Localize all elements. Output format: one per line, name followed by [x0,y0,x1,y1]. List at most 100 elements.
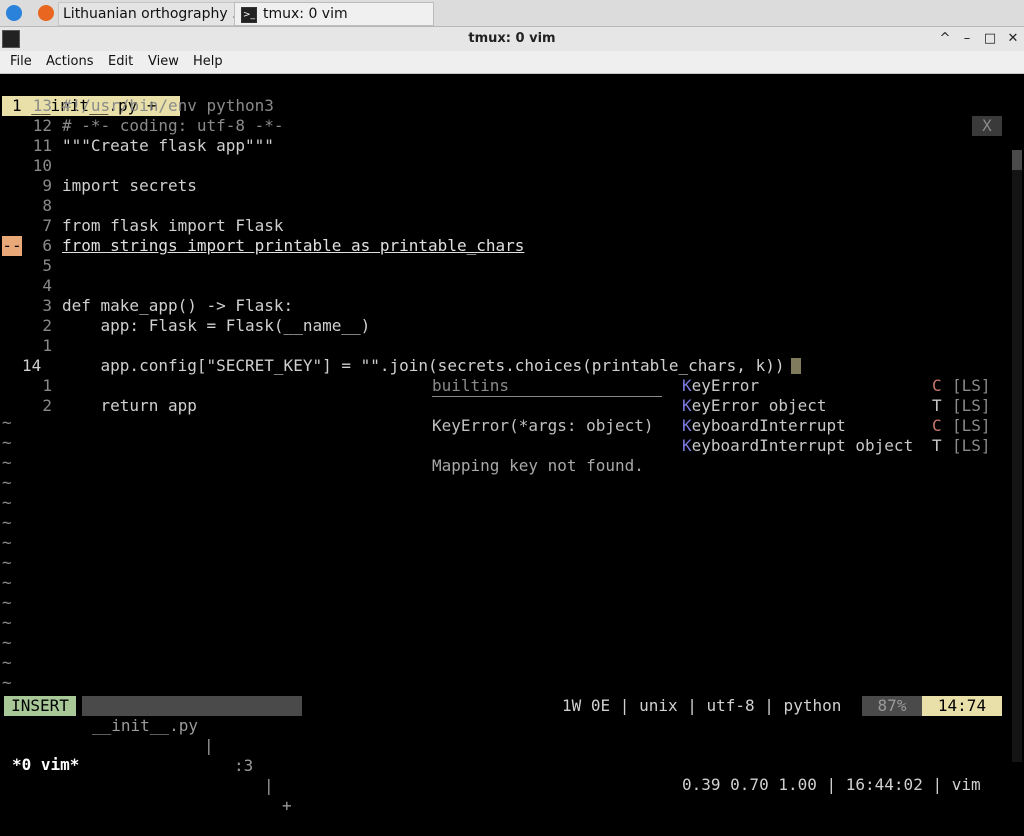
code-line: 7 from flask import Flask [0,216,1000,236]
status-right: 1W 0E | unix | utf-8 | python [562,696,842,715]
empty-line-tilde: ~ [2,473,12,492]
vim-tabline: 1 __init__.py + X [0,76,1024,136]
taskbar-tab-terminal[interactable]: >_ tmux: 0 vim [234,2,434,26]
restore-button[interactable]: – [958,30,976,48]
code-line: 8 [0,196,1000,216]
completion-kind: C [932,376,942,395]
completion-item[interactable]: KeyboardInterrupt C [LS] [682,416,992,436]
status-percent: 87% [862,696,922,716]
code-line: 4 [0,276,1000,296]
code-text: from flask import Flask [62,216,284,235]
completion-item[interactable]: KeyError C [LS] [682,376,992,396]
code-text: app.config["SECRET_KEY"] = "".join(secre… [62,356,785,375]
line-number: 4 [42,276,52,295]
mode-indicator: INSERT [4,696,76,716]
close-button[interactable]: ✕ [1004,30,1022,48]
empty-line-tilde: ~ [2,453,12,472]
code-line: 2 app: Flask = Flask(__name__) [0,316,1000,336]
completion-item[interactable]: KeyError object T [LS] [682,396,992,416]
taskbar: Lithuanian orthography ... >_ tmux: 0 vi… [0,0,1024,27]
code-text: return app [62,396,197,415]
completion-source: [LS] [952,436,991,455]
app-menu-icon[interactable] [6,5,22,21]
line-number: 1 [42,376,52,395]
line-number: 5 [42,256,52,275]
completion-source: [LS] [952,416,991,435]
empty-line-tilde: ~ [2,613,12,632]
cursor [791,358,801,374]
menu-view[interactable]: View [148,51,179,73]
completion-source: [LS] [952,396,991,415]
terminal[interactable]: 1 __init__.py + X 13 #!/usr/bin/env pytho… [0,74,1024,768]
code-text: """Create flask app""" [62,136,274,155]
completion-kind: C [932,416,942,435]
popup-info-separator [432,376,662,397]
code-text: app: Flask = Flask(__name__) [62,316,371,335]
code-text: #!/usr/bin/env python3 [62,96,274,115]
empty-line-tilde: ~ [2,653,12,672]
maximize-button[interactable]: □ [981,30,999,48]
status-file-name: __init__.py [92,716,198,735]
code-line: 1 [0,336,1000,356]
tmux-window-list[interactable]: *0 vim* [12,755,79,775]
status-position: 14:74 [922,696,1002,716]
code-line: 13 #!/usr/bin/env python3 [0,96,1000,116]
code-line: 11 """Create flask app""" [0,136,1000,156]
empty-line-tilde: ~ [2,433,12,452]
popup-info-line: Mapping key not found. [432,456,644,475]
line-number: 2 [42,316,52,335]
code-text: # -*- coding: utf-8 -*- [62,116,284,135]
line-number: 10 [32,156,52,175]
empty-line-tilde: ~ [2,493,12,512]
line-number: 14 [22,356,42,375]
line-number: 13 [32,96,52,115]
firefox-icon [38,5,54,21]
line-number: 8 [42,196,52,215]
line-number: 6 [42,236,52,255]
menubar: File Actions Edit View Help [0,51,1024,74]
menu-file[interactable]: File [10,51,32,73]
code-line: 5 [0,256,1000,276]
taskbar-tab-label: tmux: 0 vim [263,6,348,22]
scrollbar[interactable] [1012,150,1022,762]
completion-source: [LS] [952,376,991,395]
code-line: 12 # -*- coding: utf-8 -*- [0,116,1000,136]
empty-line-tilde: ~ [2,633,12,652]
code-line: 10 [0,156,1000,176]
code-text: def make_app() -> Flask: [62,296,294,315]
code-text: import secrets [62,176,197,195]
status-file: __init__.py | :3 | + [82,696,302,815]
tmux-statusbar: *0 vim* 0.39 0.70 1.00 | 16:44:02 | vim [0,735,1024,794]
completion-item[interactable]: KeyboardInterrupt object T [LS] [682,436,992,456]
line-number: 12 [32,116,52,135]
line-number: 1 [42,336,52,355]
code-line: 9 import secrets [0,176,1000,196]
line-number: 7 [42,216,52,235]
scrollbar-thumb[interactable] [1012,150,1022,170]
menu-edit[interactable]: Edit [108,51,133,73]
taskbar-tab-label: Lithuanian orthography ... [63,6,236,22]
minimize-button[interactable]: ^ [936,30,954,48]
code-line: 3 def make_app() -> Flask: [0,296,1000,316]
menu-actions[interactable]: Actions [46,51,94,73]
menu-help[interactable]: Help [193,51,223,73]
code-line: 14 app.config["SECRET_KEY"] = "".join(se… [0,356,1000,376]
taskbar-tab-firefox[interactable]: Lithuanian orthography ... [58,2,236,26]
window-title: tmux: 0 vim [468,31,556,46]
line-number: 3 [42,296,52,315]
vim-statusline: INSERT __init__.py | :3 | + 1W 0E | unix… [0,696,1024,815]
terminal-icon: >_ [241,7,257,23]
code-line: -- 6 from strings import printable as prin… [0,236,1000,256]
popup-info-line: KeyError(*args: object) [432,416,654,435]
diff-sign: -- [2,236,22,256]
empty-line-tilde: ~ [2,413,12,432]
completion-kind: T [932,436,942,455]
status-info: :3 [234,756,254,775]
tmux-status-right: 0.39 0.70 1.00 | 16:44:02 | vim [682,775,981,794]
empty-line-tilde: ~ [2,573,12,592]
empty-line-tilde: ~ [2,533,12,552]
window-titlebar: tmux: 0 vim ^ – □ ✕ [0,27,1024,52]
status-modified: + [282,796,292,815]
line-number: 9 [42,176,52,195]
empty-line-tilde: ~ [2,513,12,532]
